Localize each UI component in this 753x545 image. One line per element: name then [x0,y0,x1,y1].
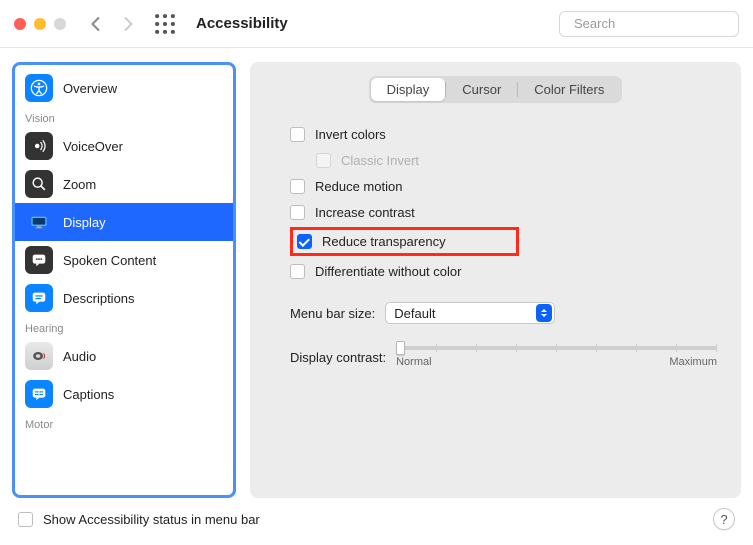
show-status-label: Show Accessibility status in menu bar [43,512,260,527]
close-window-button[interactable] [14,18,26,30]
sidebar-item-display[interactable]: Display [15,203,233,241]
menu-bar-size-value: Default [394,306,435,321]
captions-icon [25,380,53,408]
zoom-window-button [54,18,66,30]
zoom-icon [25,170,53,198]
chevron-up-down-icon [536,304,552,322]
increase-contrast-label: Increase contrast [315,205,415,220]
audio-icon [25,342,53,370]
sidebar-item-audio[interactable]: Audio [15,337,233,375]
sidebar-label-descriptions: Descriptions [63,291,135,306]
contrast-max-label: Maximum [669,356,717,368]
diff-color-checkbox[interactable] [290,264,305,279]
display-contrast-label: Display contrast: [290,350,386,365]
sidebar: Overview Vision VoiceOver Zoom Display S [12,62,236,498]
classic-invert-checkbox [316,153,331,168]
section-motor: Motor [15,413,233,433]
sidebar-label-spoken: Spoken Content [63,253,156,268]
classic-invert-label: Classic Invert [341,153,419,168]
menu-bar-size-select[interactable]: Default [385,302,555,324]
increase-contrast-checkbox[interactable] [290,205,305,220]
contrast-min-label: Normal [396,356,431,368]
settings-panel: Display Cursor Color Filters Invert colo… [250,62,741,498]
reduce-transparency-checkbox[interactable] [297,234,312,249]
show-all-icon[interactable] [154,13,176,35]
invert-colors-label: Invert colors [315,127,386,142]
invert-colors-checkbox[interactable] [290,127,305,142]
diff-color-label: Differentiate without color [315,264,461,279]
slider-thumb[interactable] [396,341,405,355]
sidebar-label-captions: Captions [63,387,114,402]
sidebar-item-captions[interactable]: Captions [15,375,233,413]
back-button[interactable] [84,12,108,36]
help-button[interactable]: ? [713,508,735,530]
display-contrast-slider[interactable]: Normal Maximum [396,346,717,368]
section-vision: Vision [15,107,233,127]
search-field[interactable] [559,11,739,37]
reduce-transparency-highlight: Reduce transparency [290,227,519,256]
sidebar-label-zoom: Zoom [63,177,96,192]
show-status-checkbox[interactable] [18,512,33,527]
sidebar-item-spoken[interactable]: Spoken Content [15,241,233,279]
tab-cursor[interactable]: Cursor [446,78,517,101]
tab-display[interactable]: Display [371,78,446,101]
tab-bar: Display Cursor Color Filters [274,76,717,103]
tab-color-filters[interactable]: Color Filters [518,78,620,101]
sidebar-item-descriptions[interactable]: Descriptions [15,279,233,317]
display-icon [25,208,53,236]
window-controls [14,18,66,30]
footer: Show Accessibility status in menu bar ? [0,498,753,540]
sidebar-item-zoom[interactable]: Zoom [15,165,233,203]
descriptions-icon [25,284,53,312]
voiceover-icon [25,132,53,160]
menu-bar-size-label: Menu bar size: [290,306,375,321]
reduce-transparency-label: Reduce transparency [322,234,446,249]
accessibility-icon [25,74,53,102]
sidebar-item-voiceover[interactable]: VoiceOver [15,127,233,165]
minimize-window-button[interactable] [34,18,46,30]
sidebar-label-overview: Overview [63,81,117,96]
sidebar-label-voiceover: VoiceOver [63,139,123,154]
reduce-motion-label: Reduce motion [315,179,402,194]
sidebar-item-overview[interactable]: Overview [15,69,233,107]
window-title: Accessibility [196,15,288,32]
section-hearing: Hearing [15,317,233,337]
forward-button [116,12,140,36]
titlebar: Accessibility [0,0,753,48]
reduce-motion-checkbox[interactable] [290,179,305,194]
sidebar-label-display: Display [63,215,106,230]
spoken-content-icon [25,246,53,274]
search-input[interactable] [574,16,750,31]
sidebar-label-audio: Audio [63,349,96,364]
